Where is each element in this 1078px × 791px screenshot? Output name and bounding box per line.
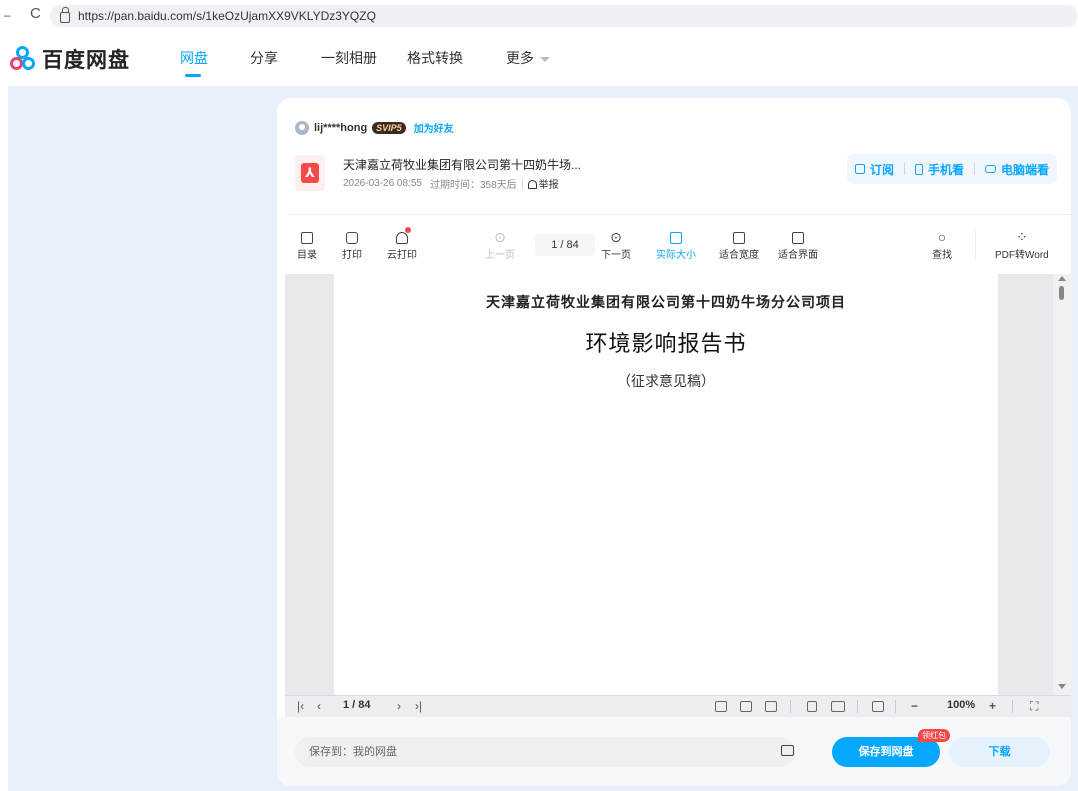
document-subtitle: 天津嘉立荷牧业集团有限公司第十四奶牛场分公司项目 [486,295,846,311]
fit-width-button[interactable]: 适合宽度 [719,228,759,261]
subscribe-button[interactable]: 订阅 [854,161,894,178]
url-text: https://pan.baidu.com/s/1keOzUjamXX9VKLY… [78,9,376,23]
next-icon: ⊙ [610,229,622,245]
fit-page-small-icon[interactable] [765,701,777,712]
report-link[interactable]: 举报 [527,176,559,191]
scroll-thumb[interactable] [1059,286,1064,300]
document-draft-label: （征求意见稿） [617,374,715,390]
monitor-icon [984,165,996,173]
red-packet-badge: 领红包 [918,729,950,742]
toc-button[interactable]: 目录 [297,228,317,261]
download-button[interactable]: 下载 [949,737,1050,767]
zoom-level: 100% [947,699,976,711]
printer-icon [346,232,358,245]
scroll-down-icon[interactable] [1058,684,1066,689]
cloud-print-button[interactable]: 云打印 [387,227,417,261]
nav-item-album[interactable]: 一刻相册 [321,48,407,68]
scroll-up-icon[interactable] [1058,276,1066,281]
url-field[interactable]: https://pan.baidu.com/s/1keOzUjamXX9VKLY… [50,5,1078,27]
subscribe-icon [854,164,865,174]
search-icon: ○ [937,229,947,245]
prev-page-icon[interactable]: ‹ [317,699,321,713]
nav-item-share[interactable]: 分享 [250,48,321,68]
folder-icon[interactable] [781,745,794,756]
report-icon [527,180,537,189]
zoom-out-icon[interactable]: − [911,699,918,713]
pdf-icon: ⅄ [295,155,325,191]
print-button[interactable]: 打印 [342,228,362,261]
add-friend-link[interactable]: 加为好友 [414,120,454,135]
find-button[interactable]: ○ 查找 [932,228,952,261]
cloud-print-icon [396,232,408,245]
logo[interactable]: 百度网盘 [10,44,130,74]
scroll-mode-icon[interactable] [872,701,884,712]
file-name: 天津嘉立荷牧业集团有限公司第十四奶牛场... [343,158,582,172]
baidu-pan-logo-icon [10,46,36,72]
save-location-field[interactable]: 保存到：我的网盘 [295,737,795,767]
sharer-info: lij****hong SVIP5 加为好友 [295,120,454,135]
nav-item-convert[interactable]: 格式转换 [407,48,506,68]
single-page-icon[interactable] [807,701,817,712]
actual-size-small-icon[interactable] [715,701,727,712]
convert-icon: ⁘ [1015,229,1028,245]
toc-icon [301,232,313,245]
last-page-icon[interactable]: ›| [415,699,422,713]
logo-text: 百度网盘 [42,49,130,72]
prev-page-button[interactable]: ⊙ 上一页 [485,228,515,261]
page-number-input[interactable]: 1 / 84 [535,234,595,256]
vertical-scrollbar[interactable] [1053,274,1071,695]
divider [287,214,1071,215]
view-actions: 订阅 手机看 电脑端看 [846,154,1057,184]
phone-view-button[interactable]: 手机看 [914,161,964,178]
save-bar: 保存到：我的网盘 保存到网盘 领红包 下载 [277,717,1071,786]
lock-icon [60,6,70,23]
fit-page-button[interactable]: 适合界面 [778,228,818,261]
fit-page-icon [792,232,804,245]
main-nav: 网盘 分享 一刻相册 格式转换 更多 [180,48,550,77]
file-info: ⅄ 天津嘉立荷牧业集团有限公司第十四奶牛场... 2026-03-26 08:5… [295,150,1065,198]
prev-icon: ⊙ [494,229,506,245]
document-page: 天津嘉立荷牧业集团有限公司第十四奶牛场分公司项目 环境影响报告书 （征求意见稿） [334,274,998,695]
file-expire: 过期时间：358天后 [429,180,517,191]
two-page-icon[interactable] [831,701,845,712]
first-page-icon[interactable]: |‹ [297,699,304,713]
nav-item-more[interactable]: 更多 [506,48,550,68]
document-title: 环境影响报告书 [585,331,747,356]
file-date: 2026-03-26 08:55 [343,178,422,189]
viewer-toolbar: 目录 打印 云打印 ⊙ 上一页 1 / 84 ⊙ 下一页 实际大小 适合宽度 适… [287,224,1071,272]
phone-icon [914,163,923,175]
reload-icon[interactable]: C [30,5,41,22]
actual-size-icon [670,232,682,245]
fullscreen-icon[interactable]: ⛶ [1030,699,1038,714]
bottom-nav-bar: |‹ ‹ 1 / 84 › ›| − 100% + ⛶ [285,695,1071,717]
actual-size-button[interactable]: 实际大小 [652,224,702,266]
app-header: 百度网盘 网盘 分享 一刻相册 格式转换 更多 [0,30,1078,86]
nav-item-pan[interactable]: 网盘 [180,48,250,77]
next-page-icon[interactable]: › [397,699,401,713]
file-meta: 2026-03-26 08:55 过期时间：358天后 举报 [343,176,559,191]
document-viewer[interactable]: 天津嘉立荷牧业集团有限公司第十四奶牛场分公司项目 环境影响报告书 （征求意见稿） [285,274,1071,695]
browser-address-bar: – C https://pan.baidu.com/s/1keOzUjamXX9… [0,0,1078,30]
svip-badge: SVIP5 [372,121,406,134]
zoom-in-icon[interactable]: + [989,699,996,713]
pdf-to-word-button[interactable]: ⁘ PDF转Word [995,228,1049,261]
chevron-down-icon [540,56,550,62]
notification-dot [405,227,411,233]
sharer-name: lij****hong [314,121,368,134]
window-control-icon[interactable]: – [4,8,11,22]
share-card: lij****hong SVIP5 加为好友 ⅄ 天津嘉立荷牧业集团有限公司第十… [277,98,1071,786]
bottom-page-indicator: 1 / 84 [343,699,371,711]
fit-width-icon [733,232,745,245]
fit-width-small-icon[interactable] [740,701,752,712]
avatar[interactable] [295,120,309,135]
next-page-button[interactable]: ⊙ 下一页 [601,228,631,261]
pc-view-button[interactable]: 电脑端看 [984,161,1049,178]
